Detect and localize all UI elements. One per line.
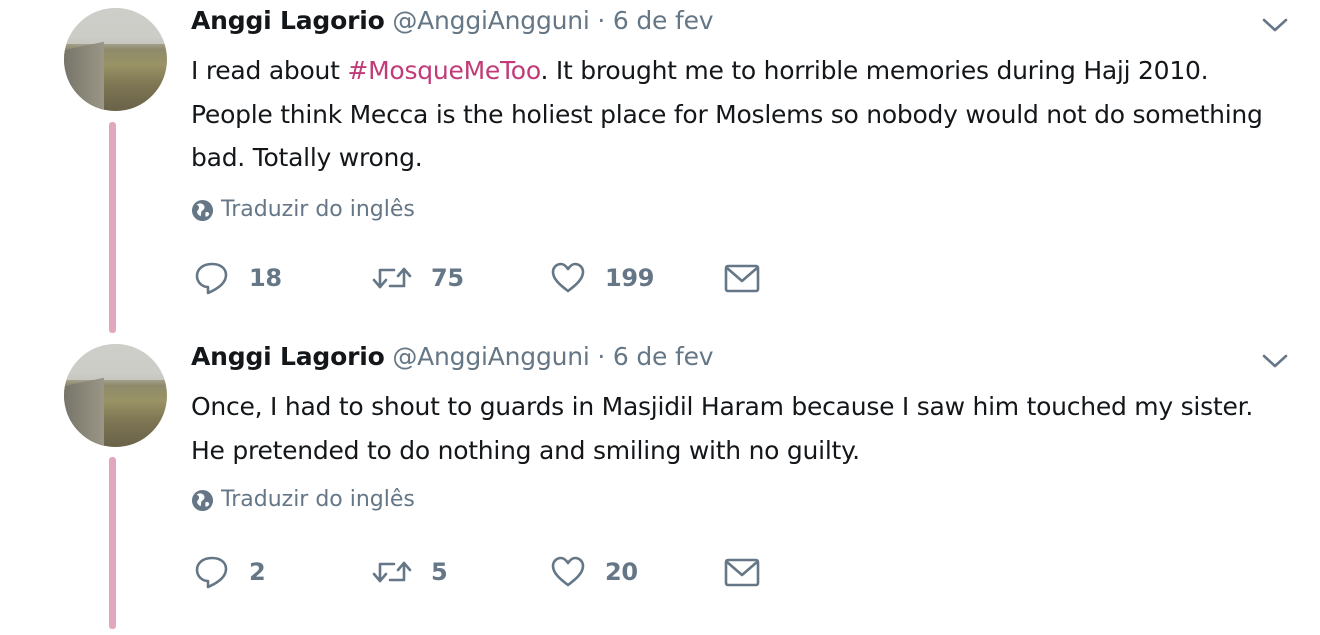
- retweet-button[interactable]: 75: [371, 258, 464, 298]
- author-handle[interactable]: @AnggiAngguni: [392, 6, 590, 35]
- like-count: 199: [605, 264, 655, 292]
- tweet-header: Anggi Lagorio @AnggiAngguni · 6 de fev: [191, 342, 714, 371]
- reply-count: 18: [249, 264, 282, 292]
- translate-link[interactable]: Traduzir do inglês: [191, 197, 415, 222]
- tweet-header: Anggi Lagorio @AnggiAngguni · 6 de fev: [191, 6, 714, 35]
- tweet-date[interactable]: 6 de fev: [613, 342, 714, 371]
- translate-label[interactable]: Traduzir do inglês: [221, 487, 415, 512]
- thread-connector-line: [109, 457, 116, 629]
- author-name[interactable]: Anggi Lagorio: [191, 342, 385, 371]
- avatar-wall: [64, 41, 104, 111]
- reply-icon: [195, 556, 228, 589]
- tweet-actions: 2 5 20: [193, 552, 793, 592]
- tweet-text: Once, I had to shout to guards in Masjid…: [191, 392, 1254, 465]
- direct-message-button[interactable]: [723, 552, 761, 592]
- avatar-wall: [64, 377, 104, 447]
- avatar-sky: [64, 8, 167, 44]
- author-name[interactable]: Anggi Lagorio: [191, 6, 385, 35]
- retweet-button[interactable]: 5: [371, 552, 448, 592]
- heart-icon: [551, 262, 585, 293]
- reply-icon: [195, 262, 228, 295]
- translate-link[interactable]: Traduzir do inglês: [191, 487, 415, 512]
- retweet-count: 75: [431, 264, 464, 292]
- tweet-actions: 18 75 199: [193, 258, 793, 298]
- reply-count: 2: [249, 558, 266, 586]
- like-button[interactable]: 20: [549, 552, 638, 592]
- envelope-icon: [724, 264, 760, 293]
- tweet-text-part: I read about: [191, 56, 348, 85]
- reply-button[interactable]: 2: [193, 552, 266, 592]
- envelope-icon: [724, 558, 760, 587]
- reply-button[interactable]: 18: [193, 258, 282, 298]
- retweet-icon: [372, 561, 412, 583]
- chevron-down-icon[interactable]: [1260, 14, 1290, 36]
- author-handle[interactable]: @AnggiAngguni: [392, 342, 590, 371]
- retweet-count: 5: [431, 558, 448, 586]
- chevron-down-icon[interactable]: [1260, 350, 1290, 372]
- header-separator: ·: [597, 6, 606, 35]
- header-separator: ·: [597, 342, 606, 371]
- thread-connector-line: [109, 122, 116, 333]
- avatar[interactable]: [64, 8, 167, 111]
- tweet[interactable]: Anggi Lagorio @AnggiAngguni · 6 de fev I…: [0, 0, 1320, 336]
- tweet-text: I read about #MosqueMeToo. It brought me…: [191, 49, 1291, 180]
- retweet-icon: [372, 267, 412, 289]
- globe-icon: [191, 199, 214, 221]
- avatar[interactable]: [64, 344, 167, 447]
- hashtag-link[interactable]: #MosqueMeToo: [347, 56, 540, 85]
- translate-label[interactable]: Traduzir do inglês: [221, 197, 415, 222]
- heart-icon: [551, 556, 585, 587]
- avatar-sky: [64, 344, 167, 380]
- direct-message-button[interactable]: [723, 258, 761, 298]
- tweet-date[interactable]: 6 de fev: [613, 6, 714, 35]
- globe-icon: [191, 489, 214, 511]
- like-count: 20: [605, 558, 638, 586]
- like-button[interactable]: 199: [549, 258, 655, 298]
- tweet[interactable]: Anggi Lagorio @AnggiAngguni · 6 de fev O…: [0, 336, 1320, 635]
